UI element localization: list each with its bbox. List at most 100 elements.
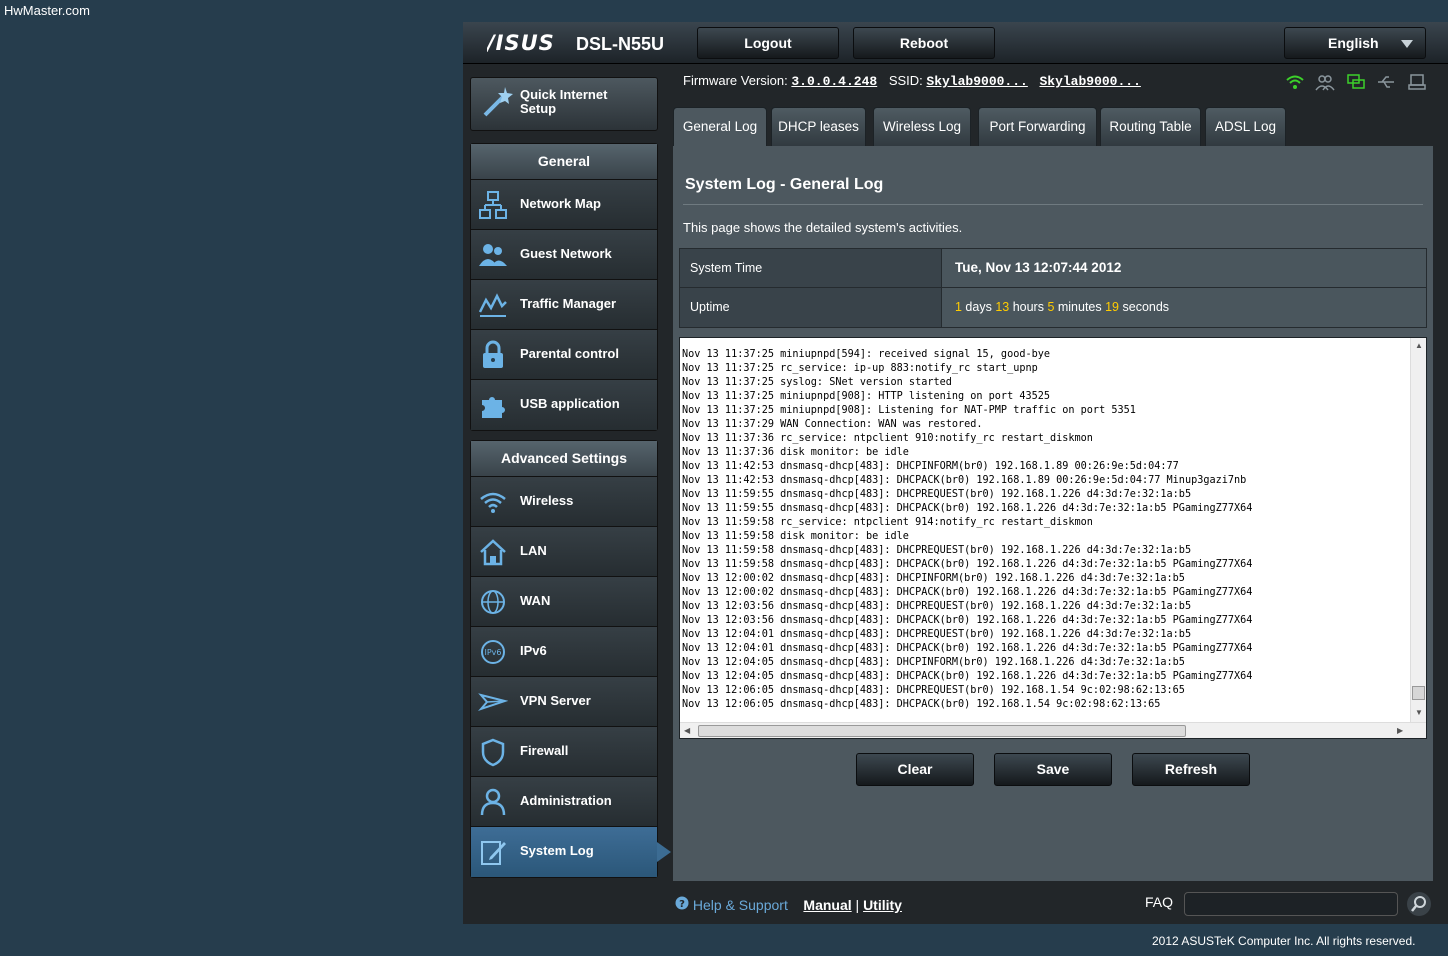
log-content: Nov 13 11:37:25 miniupnpd[594]: received… [682, 349, 1253, 710]
tab-routing-table[interactable]: Routing Table [1100, 107, 1201, 146]
ssid-link-1[interactable]: Skylab9000... [926, 74, 1027, 89]
vertical-scroll-thumb[interactable] [1412, 686, 1425, 700]
system-time-value: Tue, Nov 13 12:07:44 2012 [942, 249, 1426, 287]
top-bar: /ISUS DSL-N55U Logout Reboot English [463, 22, 1448, 64]
tab-port-forwarding[interactable]: Port Forwarding [978, 107, 1097, 146]
network-status-icon[interactable] [1346, 73, 1366, 91]
guest-network-icon [478, 240, 508, 270]
ssid-link-2[interactable]: Skylab9000... [1039, 74, 1140, 89]
sidebar-item-firewall[interactable]: Firewall [471, 727, 657, 777]
quick-internet-setup-button[interactable]: Quick Internet Setup [470, 77, 658, 131]
divider [683, 204, 1423, 205]
tab-wireless-log[interactable]: Wireless Log [873, 107, 971, 146]
scroll-up-icon[interactable]: ▲ [1415, 341, 1423, 350]
sidebar-item-ipv6[interactable]: IPv6 IPv6 [471, 627, 657, 677]
clients-status-icon[interactable] [1315, 73, 1336, 91]
status-icons [1285, 73, 1433, 96]
sidebar-item-label: Wireless [520, 493, 574, 508]
uptime-days-unit: days [961, 300, 996, 314]
sidebar-item-label: Administration [520, 793, 612, 808]
sidebar-item-label: USB application [520, 396, 620, 411]
firmware-version-link[interactable]: 3.0.0.4.248 [791, 74, 877, 89]
globe-icon [478, 587, 508, 617]
clear-button[interactable]: Clear [856, 753, 974, 786]
general-nav-group: General Network Map Guest Network Traffi… [470, 143, 658, 431]
uptime-seconds: 19 [1105, 300, 1120, 314]
home-icon [478, 537, 508, 567]
advanced-heading: Advanced Settings [471, 441, 657, 477]
printer-status-icon[interactable] [1407, 73, 1427, 91]
table-row: Uptime 1 days 13 hours 5 minutes 19 seco… [680, 288, 1426, 327]
utility-link[interactable]: Utility [863, 897, 902, 913]
uptime-hours: 13 [995, 300, 1010, 314]
uptime-label: Uptime [680, 288, 942, 327]
watermark: HwMaster.com [4, 3, 90, 18]
sidebar-item-label: WAN [520, 593, 551, 608]
sidebar-item-lan[interactable]: LAN [471, 527, 657, 577]
scroll-left-icon[interactable]: ◀ [684, 726, 690, 735]
admin-icon [478, 787, 508, 817]
sidebar-item-wireless[interactable]: Wireless [471, 477, 657, 527]
svg-text:/ISUS: /ISUS [487, 32, 555, 54]
copyright: 2012 ASUSTeK Computer Inc. All rights re… [1152, 934, 1416, 948]
logout-button[interactable]: Logout [697, 27, 839, 59]
usb-status-icon[interactable] [1376, 73, 1396, 91]
sidebar-item-vpn-server[interactable]: VPN Server [471, 677, 657, 727]
search-icon [1407, 896, 1431, 920]
content-panel: System Log - General Log This page shows… [673, 146, 1433, 881]
tab-adsl-log[interactable]: ADSL Log [1205, 107, 1286, 146]
router-admin-frame: /ISUS DSL-N55U Logout Reboot English Qui… [463, 22, 1448, 924]
reboot-button[interactable]: Reboot [853, 27, 995, 59]
sidebar-item-label: IPv6 [520, 643, 547, 658]
sidebar-item-administration[interactable]: Administration [471, 777, 657, 827]
help-icon: ? [675, 896, 689, 913]
sidebar-item-label: Parental control [520, 346, 619, 361]
sidebar-item-wan[interactable]: WAN [471, 577, 657, 627]
sidebar-item-network-map[interactable]: Network Map [471, 180, 657, 230]
chevron-down-icon [1401, 40, 1413, 48]
svg-text:?: ? [679, 899, 685, 910]
sidebar-item-label: LAN [520, 543, 547, 558]
scroll-down-icon[interactable]: ▼ [1415, 708, 1423, 717]
manual-link[interactable]: Manual [803, 897, 851, 913]
sidebar-item-traffic-manager[interactable]: Traffic Manager [471, 280, 657, 330]
tab-dhcp-leases[interactable]: DHCP leases [771, 107, 866, 146]
sidebar-item-label: Firewall [520, 743, 569, 758]
shield-icon [478, 737, 508, 767]
faq-search-button[interactable] [1407, 892, 1431, 916]
uptime-minutes-unit: minutes [1054, 300, 1106, 314]
vertical-scrollbar[interactable]: ▲ ▼ [1410, 338, 1426, 722]
sidebar-item-label: Traffic Manager [520, 296, 617, 311]
sidebar-item-guest-network[interactable]: Guest Network [471, 230, 657, 280]
page-description: This page shows the detailed system's ac… [683, 220, 963, 235]
refresh-button[interactable]: Refresh [1132, 753, 1250, 786]
lock-icon [478, 340, 508, 370]
sidebar-item-system-log[interactable]: System Log [471, 827, 671, 877]
sidebar-item-label: Network Map [520, 196, 601, 211]
uptime-days: 1 [955, 300, 962, 314]
tab-general-log[interactable]: General Log [673, 107, 767, 147]
ssid-label: SSID: [888, 73, 923, 88]
log-textarea[interactable]: Nov 13 11:37:25 miniupnpd[594]: received… [679, 337, 1427, 739]
language-select[interactable]: English [1284, 27, 1426, 59]
sidebar-item-parental-control[interactable]: Parental control [471, 330, 657, 380]
horizontal-scroll-thumb[interactable] [698, 725, 1186, 737]
syslog-icon [478, 837, 508, 867]
model-name: DSL-N55U [576, 34, 665, 54]
save-button[interactable]: Save [994, 753, 1112, 786]
uptime-hours-unit: hours [1009, 300, 1048, 314]
link-separator: | [855, 897, 860, 913]
ipv6-icon: IPv6 [478, 637, 508, 667]
scroll-right-icon[interactable]: ▶ [1397, 726, 1403, 735]
traffic-manager-icon [478, 290, 508, 320]
status-table: System Time Tue, Nov 13 12:07:44 2012 Up… [679, 248, 1427, 328]
horizontal-scrollbar[interactable]: ◀ ▶ [680, 722, 1426, 738]
sidebar-item-usb-application[interactable]: USB application [471, 380, 657, 430]
help-support-row: ? Help & Support Manual | Utility [675, 896, 902, 913]
table-row: System Time Tue, Nov 13 12:07:44 2012 [680, 249, 1426, 288]
page-title: System Log - General Log [685, 176, 884, 193]
wifi-status-icon[interactable] [1285, 73, 1305, 91]
faq-search-input[interactable] [1184, 892, 1398, 916]
puzzle-icon [478, 390, 508, 420]
sidebar-item-label: System Log [520, 843, 594, 858]
